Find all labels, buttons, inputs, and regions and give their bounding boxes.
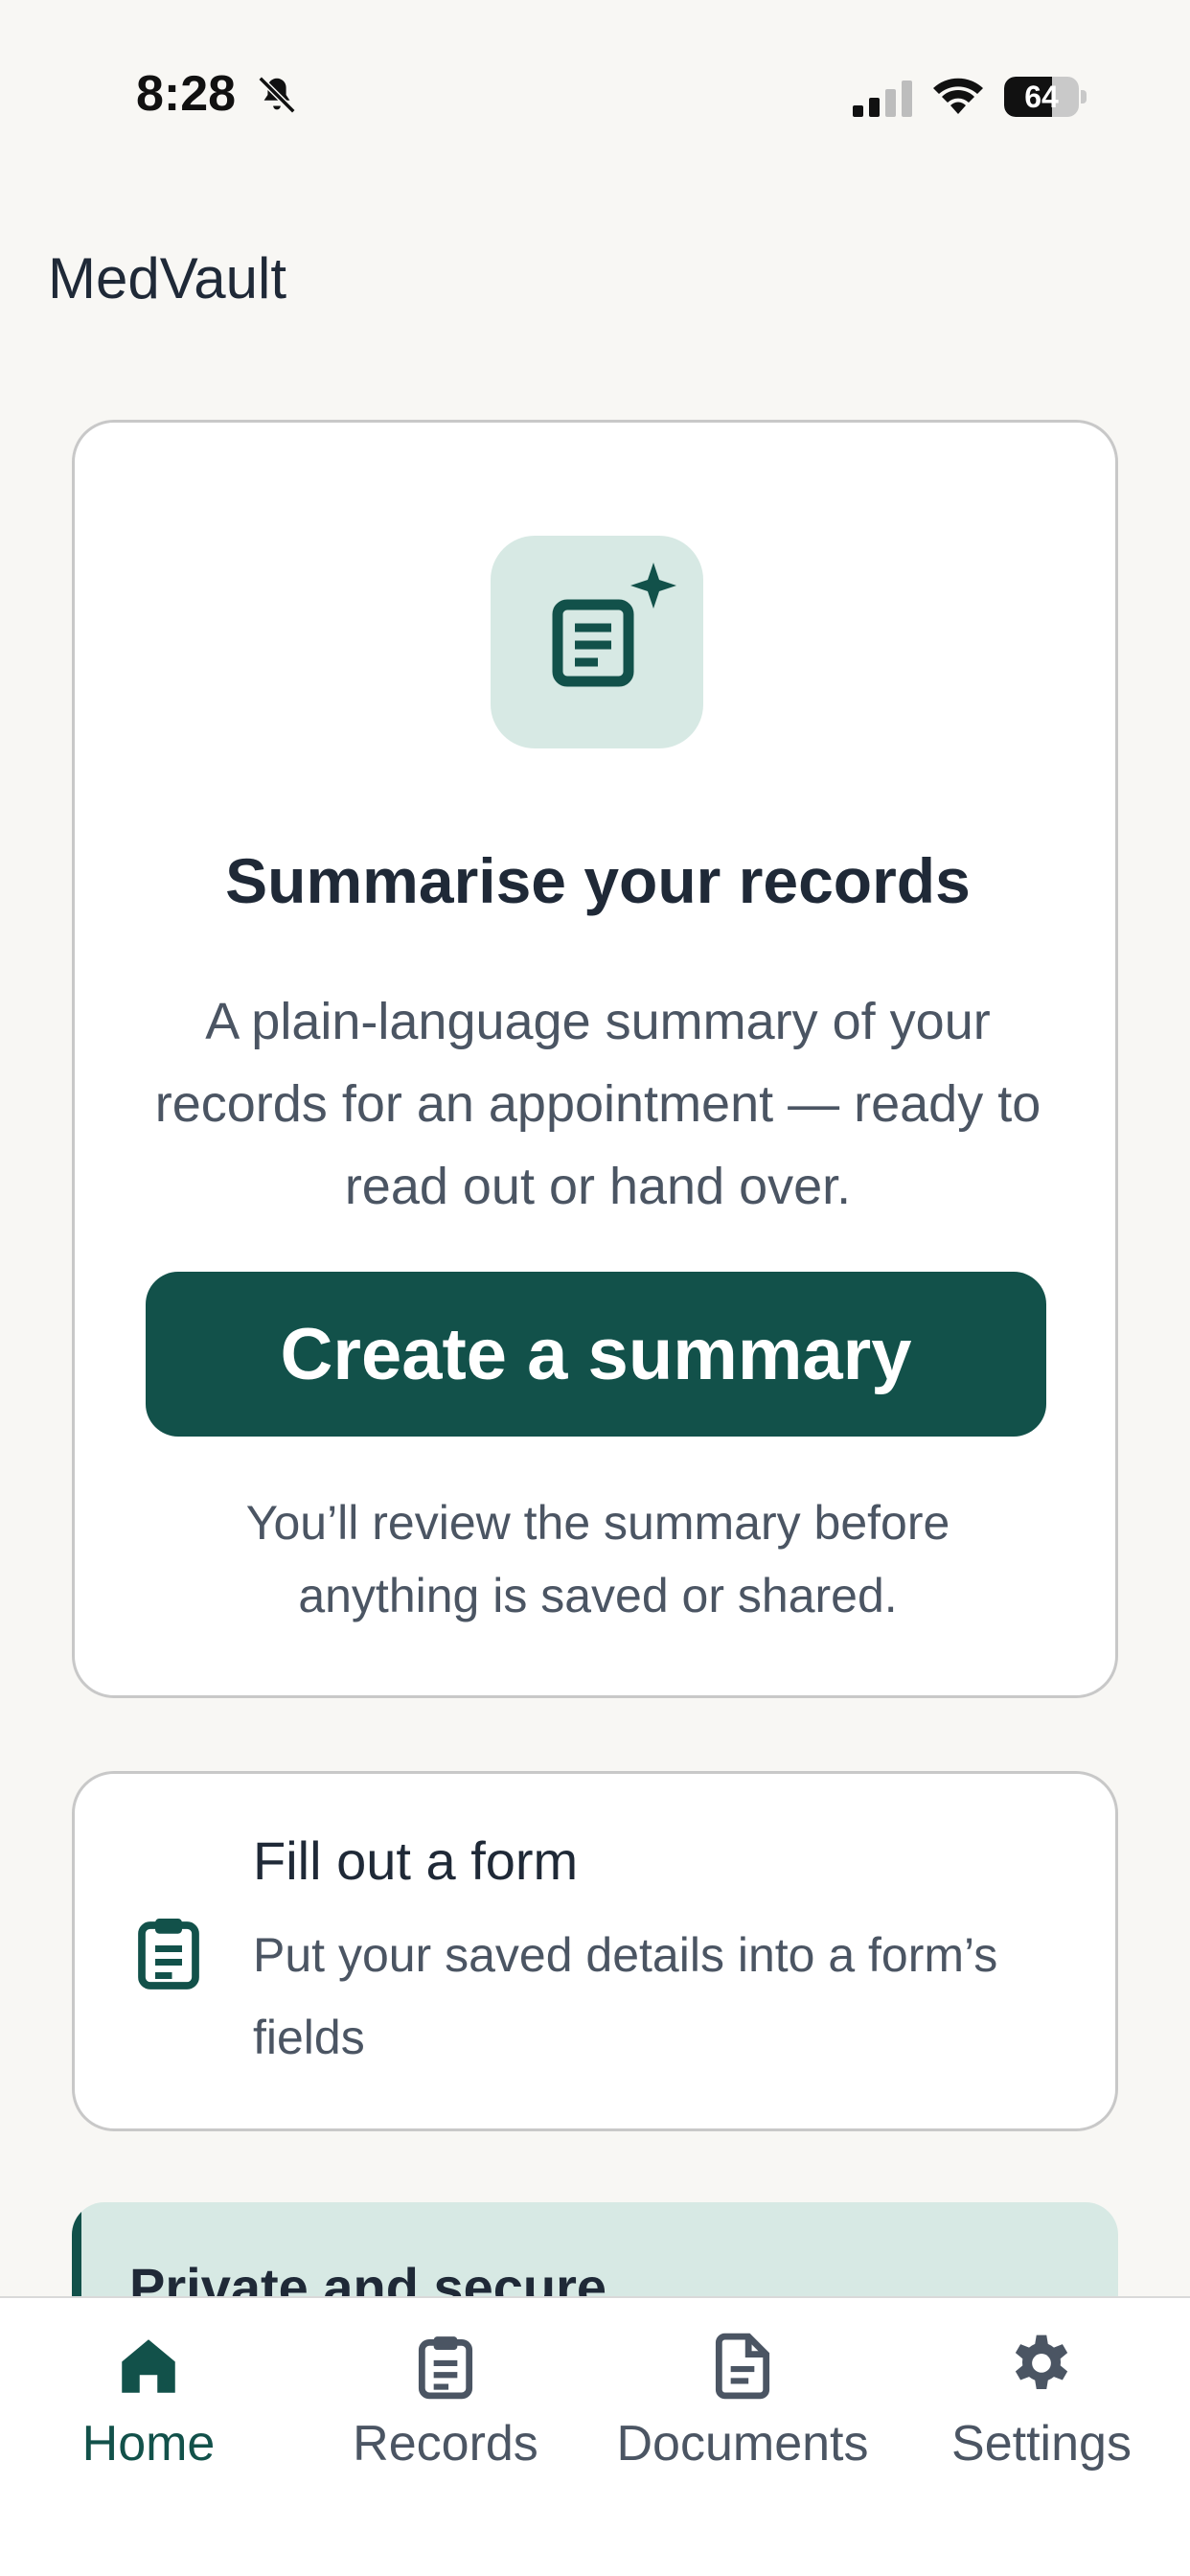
summary-icon-tile xyxy=(491,536,703,748)
battery-percent: 64 xyxy=(1024,80,1059,114)
clipboard-icon xyxy=(138,1919,199,1990)
wifi-icon xyxy=(933,78,983,114)
fill-form-card[interactable]: Fill out a form Put your saved details i… xyxy=(72,1771,1118,2131)
nav-item-documents[interactable]: Documents xyxy=(594,2298,891,2509)
bottom-navigation: Home Records Documents Settings xyxy=(0,2296,1190,2576)
nav-item-records[interactable]: Records xyxy=(297,2298,594,2509)
nav-item-settings[interactable]: Settings xyxy=(893,2298,1190,2509)
create-summary-button[interactable]: Create a summary xyxy=(146,1272,1046,1437)
nav-label-settings: Settings xyxy=(951,2416,1132,2472)
document-icon xyxy=(715,2333,770,2400)
summary-description: A plain-language summary of your records… xyxy=(154,993,1041,1215)
nav-item-home[interactable]: Home xyxy=(0,2298,297,2509)
status-time: 8:28 xyxy=(136,66,237,122)
cellular-signal-icon xyxy=(853,80,912,117)
nav-label-records: Records xyxy=(353,2416,538,2472)
status-bar: 8:28 64 xyxy=(0,0,1190,192)
fill-form-description: Put your saved details into a form’s fie… xyxy=(253,1928,998,2064)
bell-off-icon xyxy=(258,76,296,114)
summary-card: Summarise your records A plain-language … xyxy=(72,420,1118,1698)
nav-label-home: Home xyxy=(81,2416,216,2472)
app-screen: 8:28 64 MedVault Summarise your records … xyxy=(0,0,1190,2576)
summary-title: Summarise your records xyxy=(225,845,971,916)
home-icon xyxy=(122,2339,175,2393)
battery-indicator: 64 xyxy=(1004,77,1087,117)
summary-review-note: You’ll review the summary before anythin… xyxy=(245,1496,950,1622)
battery-cap xyxy=(1081,90,1087,104)
battery-body: 64 xyxy=(1004,77,1079,117)
fill-form-title: Fill out a form xyxy=(253,1830,579,1891)
app-title: MedVault xyxy=(48,246,287,310)
gear-icon xyxy=(1015,2334,1068,2390)
clipboard-icon xyxy=(418,2336,473,2400)
nav-label-documents: Documents xyxy=(616,2416,869,2472)
document-sparkle-icon xyxy=(552,563,676,687)
